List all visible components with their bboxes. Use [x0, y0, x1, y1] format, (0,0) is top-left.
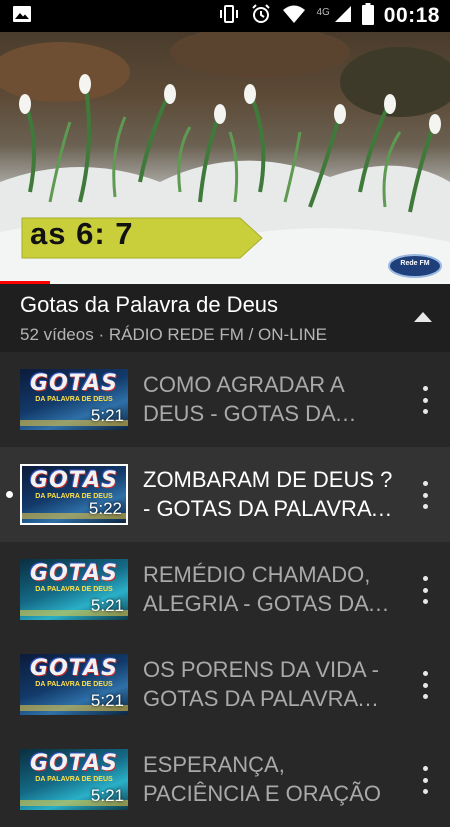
cell-signal-icon: [334, 5, 352, 28]
video-duration: 5:21: [90, 691, 124, 710]
vibrate-icon: [218, 3, 240, 30]
image-notification-icon: [12, 4, 32, 29]
video-title: ESPERANÇA, PACIÊNCIA E ORAÇÃO: [143, 752, 381, 806]
battery-icon: [361, 2, 374, 30]
playlist-video-list: GOTAS DA PALAVRA DE DEUS 5:21 COMO AGRAD…: [0, 352, 450, 827]
channel-watermark: Rede FM: [400, 260, 430, 267]
playlist-header[interactable]: Gotas da Palavra de Deus 52 vídeos · RÁD…: [0, 284, 450, 352]
clock: 00:18: [383, 4, 440, 27]
status-bar: 4G 00:18: [0, 0, 450, 32]
wifi-icon: [282, 4, 306, 29]
chevron-up-icon: [414, 312, 432, 322]
more-options-icon[interactable]: [418, 576, 432, 604]
video-duration: 5:21: [90, 596, 124, 615]
more-options-icon[interactable]: [418, 766, 432, 794]
playlist-title: Gotas da Palavra de Deus: [20, 292, 279, 317]
video-duration: 5:22: [88, 499, 122, 518]
thumbnail-logo: GOTAS: [30, 371, 118, 396]
video-thumbnail: GOTAS DA PALAVRA DE DEUS 5:21: [20, 749, 128, 810]
playlist-item[interactable]: GOTAS DA PALAVRA DE DEUS 5:21 ESPERANÇA,…: [0, 732, 450, 827]
more-options-icon[interactable]: [418, 671, 432, 699]
thumbnail-logo-sub: DA PALAVRA DE DEUS: [35, 776, 113, 783]
video-thumbnail: GOTAS DA PALAVRA DE DEUS 5:22: [20, 464, 128, 525]
playlist-subtitle: 52 vídeos · RÁDIO REDE FM / ON-LINE: [20, 325, 328, 344]
video-thumbnail: GOTAS DA PALAVRA DE DEUS 5:21: [20, 559, 128, 620]
playlist-item-now-playing[interactable]: GOTAS DA PALAVRA DE DEUS 5:22 ZOMBARAM D…: [0, 447, 450, 542]
thumbnail-logo: GOTAS: [30, 656, 118, 681]
more-options-icon[interactable]: [418, 481, 432, 509]
thumbnail-logo: GOTAS: [30, 468, 118, 493]
video-title: REMÉDIO CHAMADO, ALEGRIA - GOTAS DA PALA…: [143, 562, 371, 616]
video-title: COMO AGRADAR A DEUS - GOTAS DA PALAVRA D…: [143, 372, 344, 426]
video-title: ZOMBARAM DE DEUS ? - GOTAS DA PALAVRA DE…: [143, 467, 393, 521]
video-thumbnail: GOTAS DA PALAVRA DE DEUS 5:21: [20, 369, 128, 430]
thumbnail-logo: GOTAS: [30, 751, 118, 776]
playlist-item[interactable]: GOTAS DA PALAVRA DE DEUS 5:21 REMÉDIO CH…: [0, 542, 450, 637]
video-duration: 5:21: [90, 406, 124, 425]
thumbnail-logo: GOTAS: [30, 561, 118, 586]
playlist-item[interactable]: GOTAS DA PALAVRA DE DEUS 5:21 OS PORENS …: [0, 637, 450, 732]
playlist-item[interactable]: GOTAS DA PALAVRA DE DEUS 5:21 COMO AGRAD…: [0, 352, 450, 447]
video-title: OS PORENS DA VIDA - GOTAS DA PALAVRA DE …: [143, 657, 379, 711]
collapse-playlist-button[interactable]: [410, 304, 436, 330]
video-thumbnail: GOTAS DA PALAVRA DE DEUS 5:21: [20, 654, 128, 715]
now-playing-indicator-icon: [6, 491, 13, 498]
thumbnail-logo-sub: DA PALAVRA DE DEUS: [35, 681, 113, 688]
video-overlay-text: as 6: 7: [30, 216, 134, 251]
thumbnail-logo-sub: DA PALAVRA DE DEUS: [35, 396, 113, 403]
video-player[interactable]: as 6: 7 Rede FM: [0, 32, 450, 284]
alarm-icon: [250, 3, 272, 30]
more-options-icon[interactable]: [418, 386, 432, 414]
video-duration: 5:21: [90, 786, 124, 805]
network-type-label: 4G: [316, 6, 330, 18]
thumbnail-logo-sub: DA PALAVRA DE DEUS: [35, 586, 113, 593]
